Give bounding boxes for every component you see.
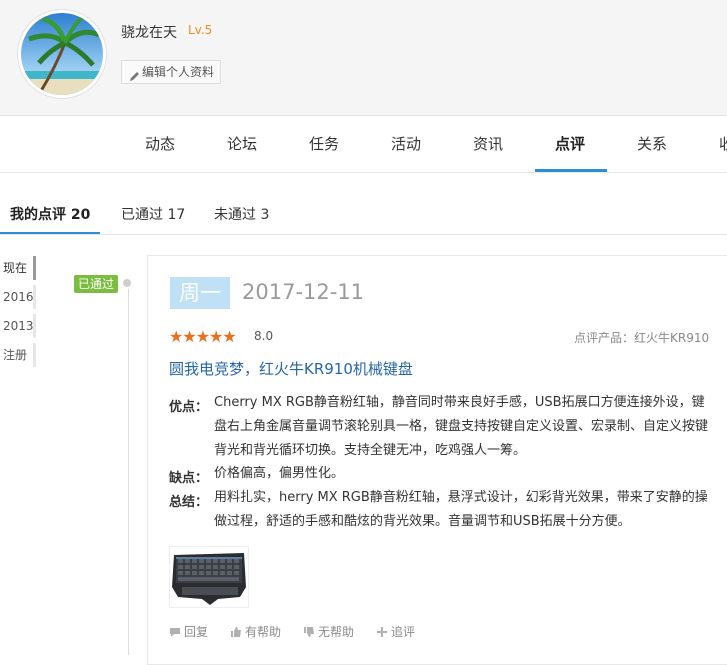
review-date: 2017-12-11 [242,280,365,304]
plus-icon [377,627,387,637]
keyboard-thumbnail[interactable] [169,546,249,608]
timeline-line [128,282,129,655]
tab-tasks[interactable]: 任务 [309,133,339,154]
avatar-palm-image [21,13,103,95]
tab-favorites[interactable]: 收 [719,133,727,154]
thumbs-up-icon [231,627,241,637]
rating-stars: ★★★★★ [169,327,237,346]
subtab-approved[interactable]: 已通过 17 [121,204,185,224]
tab-relations[interactable]: 关系 [637,133,667,154]
follow-up-label: 追评 [391,625,416,639]
year-item-register[interactable]: 注册 [0,343,36,367]
year-item-2016[interactable]: 2016 [0,285,36,309]
cons-label: 缺点： [169,471,209,486]
comment-icon [170,628,180,637]
keyboard-image [172,553,246,605]
avatar[interactable] [21,13,103,95]
level-badge: Lv.5 [188,23,213,37]
status-badge: 已通过 [74,275,118,293]
not-helpful-label: 无帮助 [318,625,355,639]
reply-label: 回复 [184,625,209,639]
weekday-label: 周一 [170,277,230,309]
pros-text: Cherry MX RGB静音粉红轴，静音同时带来良好手感，USB拓展口方便连接… [214,395,709,458]
username: 骁龙在天 [121,25,177,41]
pencil-icon [129,67,140,89]
helpful-button[interactable]: 有帮助 [230,623,281,640]
summary-label: 总结： [169,495,209,510]
tab-reviews[interactable]: 点评 [555,133,585,154]
subtab-not-approved[interactable]: 未通过 3 [214,204,269,224]
nav-divider [0,172,727,173]
profile-header: 骁龙在天 Lv.5 编辑个人资料 [0,0,727,115]
timeline-dot [123,279,131,287]
review-title-link[interactable]: 圆我电竞梦，红火牛KR910机械键盘 [169,358,413,379]
helpful-label: 有帮助 [245,625,282,639]
tab-news[interactable]: 资讯 [473,133,503,154]
rating-score: 8.0 [254,329,274,343]
summary-text: 用料扎实，herry MX RGB静音粉红轴，悬浮式设计，幻彩背光效果，带来了安… [214,490,708,529]
not-helpful-button[interactable]: 无帮助 [303,623,354,640]
follow-up-button[interactable]: 追评 [376,623,415,640]
subtab-my-reviews[interactable]: 我的点评 20 [10,204,90,224]
edit-profile-button[interactable]: 编辑个人资料 [121,60,221,84]
year-item-2013[interactable]: 2013 [0,314,36,338]
reply-button[interactable]: 回复 [169,623,208,640]
pros-label: 优点： [169,400,209,415]
header-divider [0,115,727,116]
cons-text: 价格偏高，偏男性化。 [214,466,345,481]
review-product: 点评产品：红火牛KR910 [574,331,710,345]
tab-forum[interactable]: 论坛 [227,133,257,154]
thumbs-down-icon [304,627,314,637]
subtab-divider [0,234,727,235]
year-item-now[interactable]: 现在 [0,256,36,280]
tab-activities[interactable]: 活动 [391,133,421,154]
edit-profile-label: 编辑个人资料 [142,65,215,79]
tab-dynamics[interactable]: 动态 [145,133,175,154]
